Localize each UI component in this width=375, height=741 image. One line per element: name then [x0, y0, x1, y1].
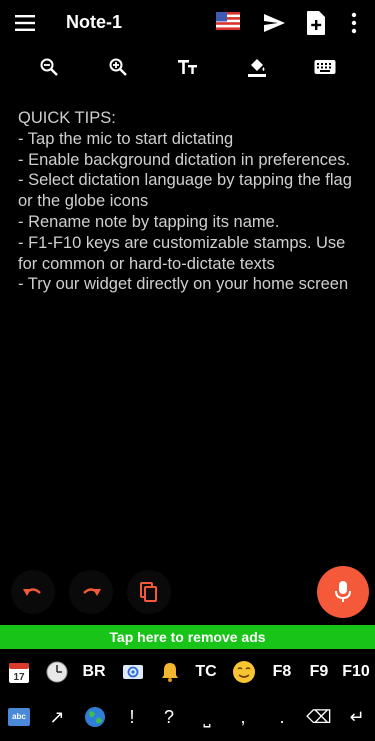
- stamp-br[interactable]: BR: [78, 652, 110, 692]
- bell-icon[interactable]: [155, 652, 185, 692]
- stamp-row: 17 BR TC F8 F9 F10: [0, 652, 375, 692]
- copy-icon: [140, 582, 157, 602]
- abc-icon: abc: [8, 708, 30, 726]
- text-size-icon[interactable]: [175, 54, 201, 80]
- redo-button[interactable]: [69, 570, 113, 614]
- keyboard-icon[interactable]: [312, 54, 338, 80]
- note-text-area[interactable]: QUICK TIPS: - Tap the mic to start dicta…: [18, 108, 358, 295]
- calendar-icon[interactable]: 17: [4, 652, 34, 692]
- mic-icon: [335, 581, 351, 602]
- note-title[interactable]: Note-1: [66, 12, 122, 33]
- exclamation-key[interactable]: !: [118, 697, 146, 737]
- period-key[interactable]: .: [268, 697, 296, 737]
- globe-icon[interactable]: [80, 697, 110, 737]
- fill-color-icon[interactable]: [244, 54, 270, 80]
- copy-button[interactable]: [127, 570, 171, 614]
- menu-icon[interactable]: [14, 13, 36, 33]
- email-icon[interactable]: [118, 652, 148, 692]
- smiley-icon[interactable]: [229, 652, 259, 692]
- stamp-f9[interactable]: F9: [303, 652, 335, 692]
- stamp-f8[interactable]: F8: [266, 652, 298, 692]
- redo-icon: [83, 588, 101, 596]
- new-note-icon[interactable]: [306, 10, 326, 36]
- zoom-out-icon[interactable]: [36, 54, 62, 80]
- remove-ads-banner[interactable]: Tap here to remove ads: [0, 625, 375, 649]
- undo-icon: [23, 588, 41, 596]
- enter-key[interactable]: ↵: [342, 697, 372, 737]
- us-flag-icon[interactable]: [216, 12, 240, 32]
- stamp-f10[interactable]: F10: [338, 652, 374, 692]
- space-key[interactable]: ⎵: [192, 697, 222, 737]
- stamp-tc[interactable]: TC: [190, 652, 222, 692]
- more-vert-icon[interactable]: [349, 12, 359, 34]
- key-row: abc ↗ ! ? ⎵ , . ⌫ ↵: [0, 697, 375, 737]
- abc-keyboard-key[interactable]: abc: [5, 697, 33, 737]
- question-key[interactable]: ?: [155, 697, 183, 737]
- undo-button[interactable]: [11, 570, 55, 614]
- app-bar: Note-1: [0, 0, 375, 46]
- arrow-key[interactable]: ↗: [42, 697, 72, 737]
- backspace-key[interactable]: ⌫: [304, 697, 334, 737]
- send-icon[interactable]: [262, 11, 286, 35]
- clock-icon[interactable]: [42, 652, 72, 692]
- svg-text:17: 17: [13, 672, 25, 683]
- comma-key[interactable]: ,: [229, 697, 257, 737]
- mic-button[interactable]: [317, 566, 369, 618]
- zoom-in-icon[interactable]: [105, 54, 131, 80]
- format-toolbar: [0, 50, 375, 84]
